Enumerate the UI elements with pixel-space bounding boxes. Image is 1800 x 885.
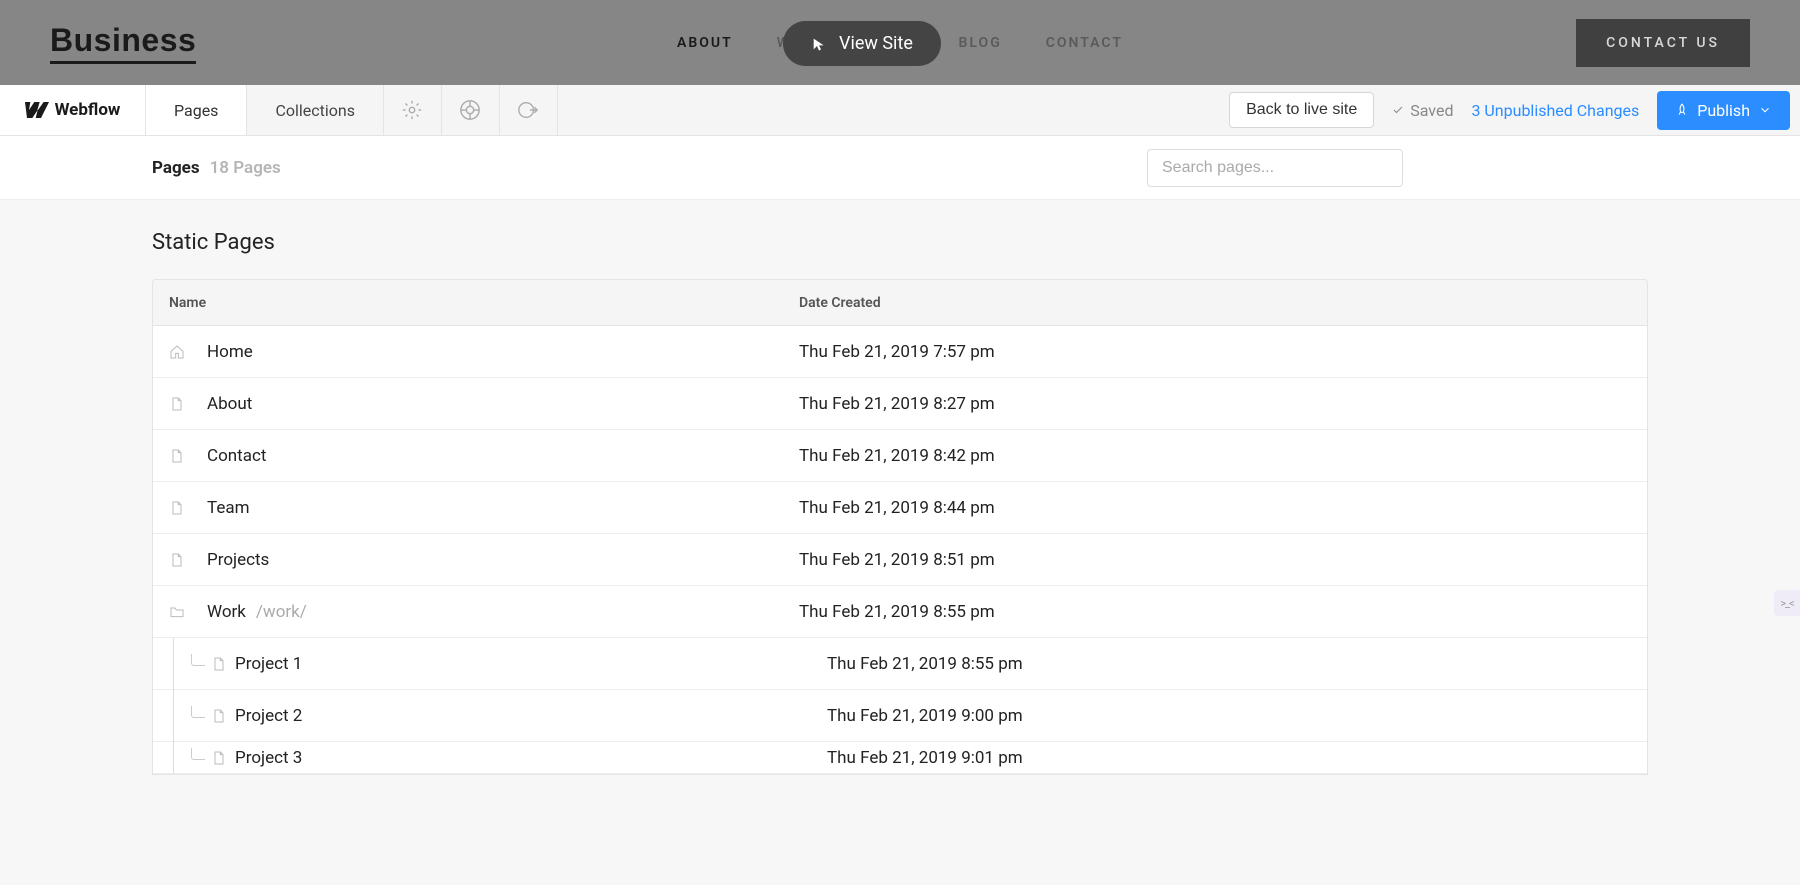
tab-collections[interactable]: Collections bbox=[247, 85, 384, 135]
webflow-text: Webflow bbox=[55, 100, 121, 120]
search-wrap bbox=[1147, 149, 1403, 187]
check-icon bbox=[1392, 104, 1404, 116]
page-name-cell: Work/work/ bbox=[207, 602, 799, 622]
publish-label: Publish bbox=[1697, 101, 1750, 120]
page-slug: /work/ bbox=[256, 602, 307, 622]
page-date: Thu Feb 21, 2019 8:42 pm bbox=[799, 446, 1631, 466]
table-row[interactable]: Projects Thu Feb 21, 2019 8:51 pm bbox=[153, 534, 1647, 586]
pages-table: Name Date Created Home Thu Feb 21, 2019 7… bbox=[152, 279, 1648, 775]
page-icon bbox=[169, 448, 207, 464]
nav-blog[interactable]: BLOG bbox=[959, 35, 1002, 51]
tab-pages[interactable]: Pages bbox=[146, 85, 247, 135]
page-name-cell: Project 2 bbox=[235, 706, 827, 726]
page-icon bbox=[211, 708, 235, 724]
nav-contact[interactable]: CONTACT bbox=[1046, 35, 1123, 51]
pages-title-group: Pages 18 Pages bbox=[152, 158, 281, 178]
page-name-cell: Team bbox=[207, 498, 799, 518]
search-input[interactable] bbox=[1147, 149, 1403, 187]
col-date-header[interactable]: Date Created bbox=[799, 295, 1631, 311]
home-icon bbox=[169, 344, 207, 360]
content-area: Static Pages Name Date Created Home Thu F… bbox=[0, 200, 1800, 775]
page-name-cell: Contact bbox=[207, 446, 799, 466]
chevron-down-icon bbox=[1758, 103, 1772, 117]
brand-logo[interactable]: Business bbox=[50, 22, 196, 64]
help-icon bbox=[459, 99, 481, 121]
page-date: Thu Feb 21, 2019 8:44 pm bbox=[799, 498, 1631, 518]
page-name: Home bbox=[207, 342, 253, 362]
help-button[interactable] bbox=[442, 85, 500, 135]
unpublished-link[interactable]: 3 Unpublished Changes bbox=[1471, 101, 1639, 120]
saved-indicator: Saved bbox=[1392, 101, 1453, 120]
publish-button[interactable]: Publish bbox=[1657, 91, 1790, 130]
page-name-cell: Projects bbox=[207, 550, 799, 570]
page-name: Project 3 bbox=[235, 748, 302, 768]
settings-button[interactable] bbox=[384, 85, 442, 135]
view-site-label: View Site bbox=[839, 33, 913, 54]
page-name-cell: Project 3 bbox=[235, 748, 827, 768]
table-row[interactable]: Work/work/Thu Feb 21, 2019 8:55 pm bbox=[153, 586, 1647, 638]
page-name: Work bbox=[207, 602, 246, 622]
page-date: Thu Feb 21, 2019 9:01 pm bbox=[827, 748, 1631, 768]
page-date: Thu Feb 21, 2019 9:00 pm bbox=[827, 706, 1631, 726]
rocket-icon bbox=[1675, 103, 1689, 117]
editor-spacer bbox=[558, 85, 1229, 135]
page-date: Thu Feb 21, 2019 8:27 pm bbox=[799, 394, 1631, 414]
page-name-cell: Home bbox=[207, 342, 799, 362]
folder-icon bbox=[169, 604, 207, 620]
nav-about[interactable]: ABOUT bbox=[677, 35, 733, 51]
table-row[interactable]: About Thu Feb 21, 2019 8:27 pm bbox=[153, 378, 1647, 430]
section-title: Static Pages bbox=[152, 230, 1648, 255]
logout-icon bbox=[517, 99, 539, 121]
page-icon bbox=[211, 656, 235, 672]
page-date: Thu Feb 21, 2019 7:57 pm bbox=[799, 342, 1631, 362]
editor-right: Back to live site Saved 3 Unpublished Ch… bbox=[1229, 85, 1800, 135]
table-body: Home Thu Feb 21, 2019 7:57 pm About Thu Feb… bbox=[153, 326, 1647, 774]
page-icon bbox=[211, 750, 235, 766]
side-handle[interactable]: >_< bbox=[1774, 590, 1800, 616]
saved-label: Saved bbox=[1410, 101, 1453, 120]
contact-us-button[interactable]: CONTACT US bbox=[1576, 19, 1750, 67]
page-name: Team bbox=[207, 498, 250, 518]
page-date: Thu Feb 21, 2019 8:55 pm bbox=[799, 602, 1631, 622]
col-name-header[interactable]: Name bbox=[169, 295, 799, 311]
tree-elbow bbox=[191, 654, 205, 666]
page-name: About bbox=[207, 394, 252, 414]
table-row[interactable]: Contact Thu Feb 21, 2019 8:42 pm bbox=[153, 430, 1647, 482]
table-row[interactable]: Home Thu Feb 21, 2019 7:57 pm bbox=[153, 326, 1647, 378]
gear-icon bbox=[401, 99, 423, 121]
cursor-icon bbox=[811, 36, 827, 52]
page-icon bbox=[169, 500, 207, 516]
view-site-button[interactable]: View Site bbox=[783, 21, 941, 66]
table-row[interactable]: Project 1 Thu Feb 21, 2019 8:55 pm bbox=[153, 638, 1647, 690]
table-row[interactable]: Project 2 Thu Feb 21, 2019 9:00 pm bbox=[153, 690, 1647, 742]
table-row[interactable]: Team Thu Feb 21, 2019 8:44 pm bbox=[153, 482, 1647, 534]
page-name: Projects bbox=[207, 550, 269, 570]
back-to-live-button[interactable]: Back to live site bbox=[1229, 92, 1374, 128]
pages-title: Pages bbox=[152, 158, 200, 178]
pages-count: 18 Pages bbox=[210, 158, 281, 178]
editor-top-bar: Webflow Pages Collections Back to live s… bbox=[0, 85, 1800, 136]
tree-line bbox=[169, 742, 191, 774]
page-name: Contact bbox=[207, 446, 266, 466]
page-name: Project 2 bbox=[235, 706, 302, 726]
table-row[interactable]: Project 3 Thu Feb 21, 2019 9:01 pm bbox=[153, 742, 1647, 774]
tree-elbow bbox=[191, 748, 205, 760]
page-date: Thu Feb 21, 2019 8:55 pm bbox=[827, 654, 1631, 674]
tree-line bbox=[169, 638, 191, 690]
page-name: Project 1 bbox=[235, 654, 302, 674]
tree-elbow bbox=[191, 706, 205, 718]
table-header: Name Date Created bbox=[153, 280, 1647, 326]
logout-button[interactable] bbox=[500, 85, 558, 135]
page-name-cell: Project 1 bbox=[235, 654, 827, 674]
page-date: Thu Feb 21, 2019 8:51 pm bbox=[799, 550, 1631, 570]
page-icon bbox=[169, 396, 207, 412]
pages-header: Pages 18 Pages bbox=[0, 136, 1800, 200]
page-name-cell: About bbox=[207, 394, 799, 414]
page-icon bbox=[169, 552, 207, 568]
tree-line bbox=[169, 690, 191, 742]
webflow-logo[interactable]: Webflow bbox=[0, 85, 146, 135]
webflow-icon bbox=[25, 102, 49, 118]
